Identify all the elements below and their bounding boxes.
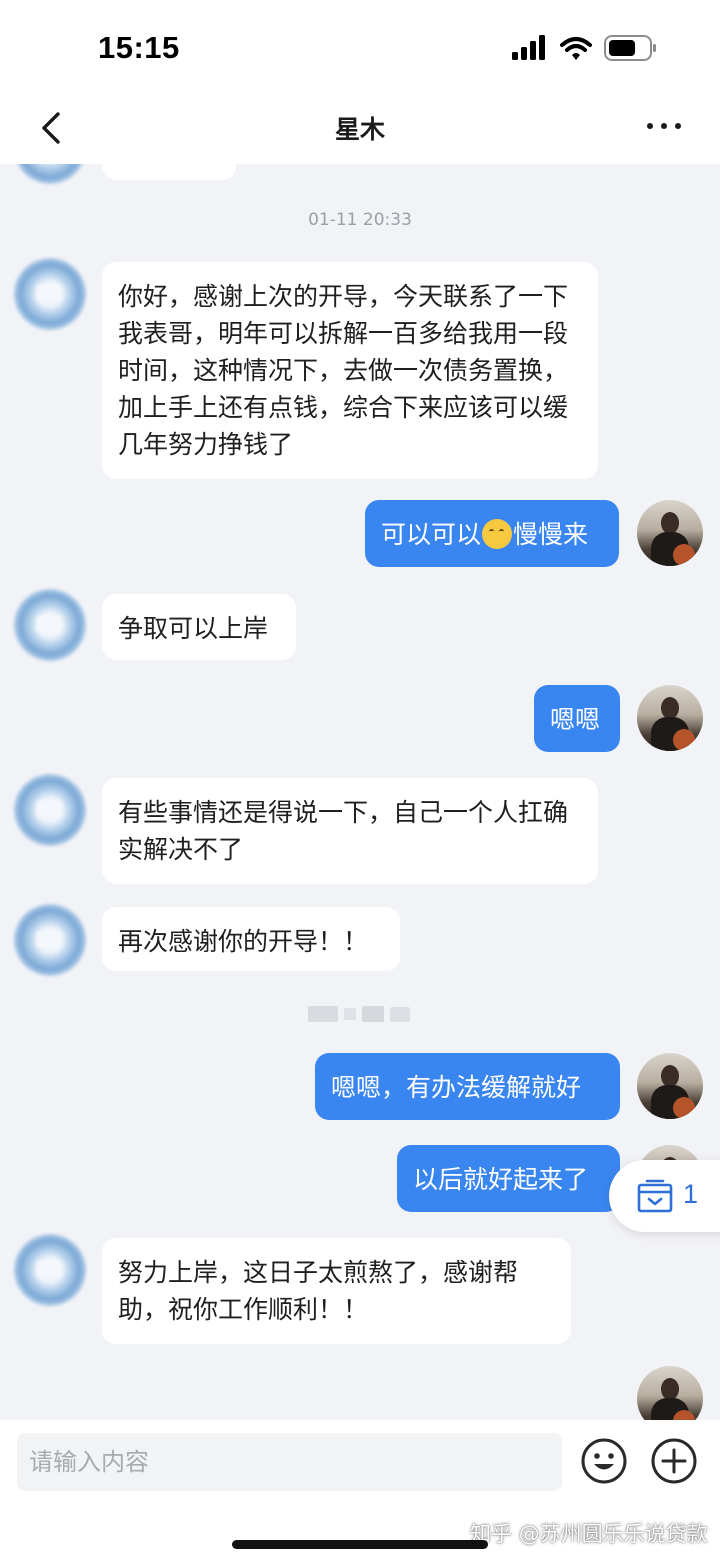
message-bubble-incoming: 争取可以上岸: [102, 594, 296, 660]
message-bubble-outgoing: 可以可以 慢慢来: [365, 500, 619, 567]
message-bubble-outgoing: 嗯嗯，有办法缓解就好: [315, 1053, 620, 1120]
my-avatar[interactable]: [637, 1053, 703, 1119]
status-time: 15:15: [98, 30, 180, 65]
message-timestamp: 01-11 20:33: [308, 210, 412, 230]
status-bar: 15:15: [0, 0, 720, 96]
chat-message-list[interactable]: 01-11 20:33 你好，感谢上次的开导，今天联系了一下我表哥，明年可以拆解…: [0, 164, 720, 1420]
status-icons: [512, 35, 656, 61]
message-bubble-outgoing: 嗯嗯: [534, 685, 620, 752]
my-avatar[interactable]: [637, 500, 703, 566]
message-bubble-incoming: 努力上岸，这日子太煎熬了，感谢帮助，祝你工作顺利！！: [102, 1238, 571, 1344]
message-bubble-outgoing: 以后就好起来了: [397, 1145, 620, 1212]
emoji-button-icon[interactable]: [580, 1437, 628, 1485]
nav-bar: 星木: [0, 96, 720, 164]
message-text: 可以可以: [381, 520, 482, 549]
message-text: 慢慢来: [513, 520, 589, 549]
hugging-face-emoji-icon: [482, 519, 513, 549]
floating-inbox-badge[interactable]: 1: [609, 1160, 720, 1232]
battery-icon: [604, 35, 656, 61]
contact-avatar[interactable]: [14, 164, 86, 184]
contact-avatar[interactable]: [14, 1234, 86, 1306]
redacted-system-notice: [308, 1006, 410, 1022]
message-bubble-incoming: 有些事情还是得说一下，自己一个人扛确实解决不了: [102, 778, 598, 884]
my-avatar[interactable]: [637, 685, 703, 751]
wifi-icon: [560, 37, 592, 60]
message-bubble-incoming: 再次感谢你的开导！！: [102, 907, 400, 971]
badge-count: 1: [683, 1179, 699, 1209]
my-avatar[interactable]: [637, 1366, 703, 1420]
add-attachment-icon[interactable]: [650, 1437, 698, 1485]
more-icon[interactable]: [644, 114, 684, 138]
signal-icon: [512, 35, 545, 60]
home-indicator: [232, 1540, 488, 1549]
message-input[interactable]: 请输入内容: [17, 1433, 562, 1491]
contact-avatar[interactable]: [14, 774, 86, 846]
input-bar: 请输入内容 知乎 @苏州圆乐乐说贷款: [0, 1420, 720, 1561]
inbox-check-icon: [637, 1179, 673, 1213]
message-bubble-incoming: 你好，感谢上次的开导，今天联系了一下我表哥，明年可以拆解一百多给我用一段时间，这…: [102, 262, 598, 479]
watermark: 知乎 @苏州圆乐乐说贷款: [470, 1522, 708, 1546]
message-bubble-incoming: [102, 164, 236, 180]
contact-avatar[interactable]: [14, 258, 86, 330]
contact-avatar[interactable]: [14, 904, 86, 976]
contact-avatar[interactable]: [14, 589, 86, 661]
chat-title: 星木: [334, 115, 385, 144]
